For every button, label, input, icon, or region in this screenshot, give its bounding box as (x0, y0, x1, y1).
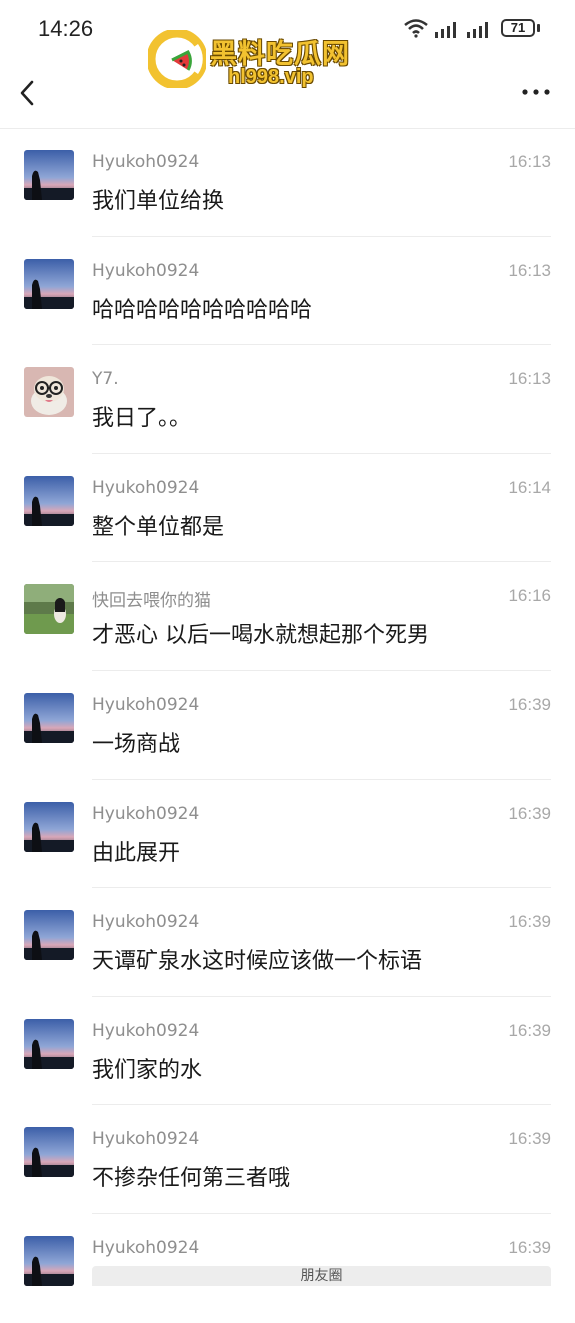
sender-name: Hyukoh0924 (92, 803, 200, 824)
sender-name: Y7. (92, 369, 119, 390)
message-time: 16:13 (508, 369, 551, 389)
avatar[interactable] (24, 1127, 74, 1178)
message-text: 天谭矿泉水这时候应该做一个标语 (92, 949, 423, 975)
more-dots-icon[interactable] (521, 84, 551, 100)
sender-name: Hyukoh0924 (92, 152, 200, 172)
message-item[interactable]: Hyukoh0924 16:13 哈哈哈哈哈哈哈哈哈哈 (0, 237, 575, 346)
avatar[interactable] (24, 584, 74, 635)
sender-name: Hyukoh0924 (92, 694, 200, 715)
signal-icon (467, 22, 488, 38)
wifi-icon (404, 19, 428, 38)
message-time: 16:39 (508, 1237, 551, 1257)
sender-name: Hyukoh0924 (92, 260, 200, 281)
avatar[interactable] (24, 910, 74, 961)
message-text: 才恶心 以后一喝水就想起那个死男 (92, 623, 429, 649)
chevron-left-icon[interactable] (14, 76, 44, 110)
message-item[interactable]: Hyukoh0924 16:13 我们单位给换 (0, 128, 575, 237)
message-list: Hyukoh0924 16:13 我们单位给换 Hyukoh0924 16:13… (0, 128, 575, 1323)
avatar[interactable] (24, 1235, 74, 1286)
sender-name: Hyukoh0924 (92, 1129, 200, 1150)
avatar[interactable] (24, 692, 74, 743)
message-time: 16:13 (508, 152, 551, 171)
message-text: 我日了。。 (92, 406, 192, 432)
message-item[interactable]: Y7. 16:13 我日了。。 (0, 345, 575, 454)
message-text: 哈哈哈哈哈哈哈哈哈哈 (92, 297, 313, 323)
message-time: 16:39 (508, 694, 551, 714)
message-text: 不掺杂任何第三者哦 (92, 1166, 291, 1192)
sender-name: Hyukoh0924 (92, 1020, 200, 1041)
avatar[interactable] (24, 258, 74, 309)
message-item[interactable]: Hyukoh0924 16:39 由此展开 (0, 780, 575, 889)
message-time: 16:16 (508, 586, 551, 606)
message-text: 我们家的水 (92, 1057, 203, 1083)
battery-icon: 71 (501, 19, 535, 37)
message-text: 由此展开 (92, 840, 181, 866)
sender-name: Hyukoh0924 (92, 1237, 200, 1258)
avatar[interactable] (24, 801, 74, 852)
moments-card[interactable]: 朋友圈 (92, 1266, 551, 1286)
message-text: 整个单位都是 (92, 514, 225, 540)
message-item[interactable]: 快回去喂你的猫 16:16 才恶心 以后一喝水就想起那个死男 (0, 562, 575, 671)
avatar[interactable] (24, 150, 74, 200)
message-time: 16:14 (508, 477, 551, 497)
battery-nub (537, 24, 540, 32)
sender-name: 快回去喂你的猫 (92, 591, 211, 612)
message-item[interactable]: Hyukoh0924 16:14 整个单位都是 (0, 454, 575, 563)
signal-icon (435, 22, 456, 38)
message-time: 16:39 (508, 803, 551, 823)
avatar[interactable] (24, 475, 74, 526)
status-time: 14:26 (38, 16, 94, 41)
avatar[interactable] (24, 1018, 74, 1069)
sender-name: Hyukoh0924 (92, 477, 200, 498)
message-time: 16:39 (508, 912, 551, 932)
message-text: 一场商战 (92, 731, 181, 757)
message-time: 16:39 (508, 1129, 551, 1149)
avatar[interactable] (24, 367, 74, 418)
message-item[interactable]: Hyukoh0924 16:39 不掺杂任何第三者哦 (0, 1105, 575, 1214)
message-time: 16:39 (508, 1020, 551, 1040)
message-item[interactable]: Hyukoh0924 16:39 我们家的水 (0, 997, 575, 1106)
message-time: 16:13 (508, 260, 551, 280)
message-item[interactable]: Hyukoh0924 16:39 一场商战 (0, 671, 575, 780)
nav-bar (0, 58, 575, 129)
sender-name: Hyukoh0924 (92, 912, 200, 933)
message-item[interactable]: Hyukoh0924 16:39 天谭矿泉水这时候应该做一个标语 (0, 888, 575, 997)
message-text: 我们单位给换 (92, 189, 225, 214)
